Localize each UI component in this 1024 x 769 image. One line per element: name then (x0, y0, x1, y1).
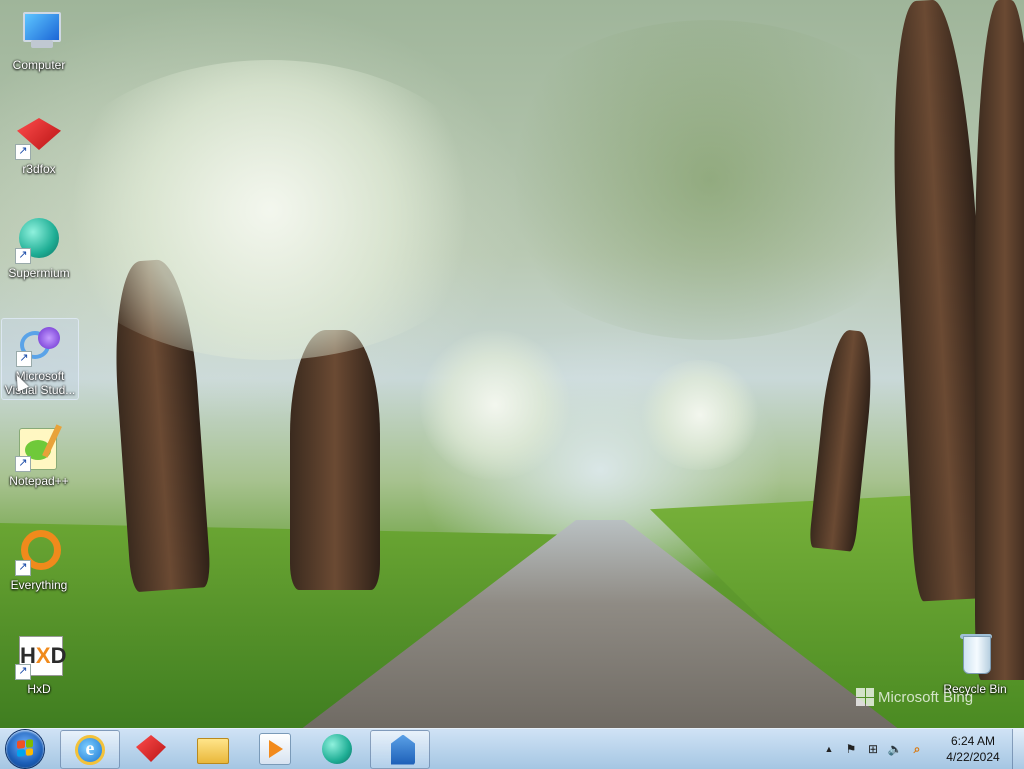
taskbar-button-media-player[interactable] (246, 730, 304, 767)
visual-studio-icon: ↗ (16, 319, 64, 367)
supermium-icon: ↗ (15, 216, 63, 264)
desktop-icon-label: Supermium (8, 266, 70, 280)
r3dfox-icon (136, 735, 166, 762)
taskbar: e ▲ ⚑ ⊞ 🔈 ⌕ 6:24 AM 4/22/2024 (0, 728, 1024, 769)
microsoft-logo-icon (856, 688, 874, 706)
shortcut-arrow-icon: ↗ (15, 664, 31, 680)
desktop-icon-computer[interactable]: Computer (1, 8, 77, 72)
desktop-icon-label: r3dfox (22, 162, 56, 176)
wallpaper-blossom (40, 60, 500, 360)
notepad-plus-plus-icon: ↗ (15, 424, 63, 472)
shortcut-arrow-icon: ↗ (15, 144, 31, 160)
desktop-icon-everything[interactable]: ↗ Everything (1, 528, 77, 592)
wallpaper-blossom (420, 330, 570, 480)
desktop-icon-label: HxD (27, 682, 51, 696)
installer-icon (391, 734, 415, 765)
taskbar-button-installer[interactable] (370, 730, 430, 769)
start-button[interactable] (6, 730, 44, 768)
file-explorer-icon (197, 737, 229, 764)
volume-icon[interactable]: 🔈 (887, 741, 903, 757)
search-icon[interactable]: ⌕ (909, 741, 925, 757)
taskbar-clock[interactable]: 6:24 AM 4/22/2024 (940, 733, 1006, 765)
desktop-icon-label: Everything (10, 578, 68, 592)
desktop-icon-visual-studio[interactable]: ↗ Microsoft Visual Stud... (1, 318, 79, 400)
shortcut-arrow-icon: ↗ (16, 351, 32, 367)
desktop-icon-recycle-bin[interactable]: Recycle Bin (937, 632, 1013, 696)
everything-search-icon: ↗ (15, 528, 63, 576)
show-desktop-button[interactable] (1012, 729, 1024, 769)
action-center-flag-icon[interactable]: ⚑ (843, 741, 859, 757)
taskbar-button-supermium[interactable] (308, 730, 366, 767)
desktop-wallpaper[interactable]: Computer ↗ r3dfox ↗ Supermium ↗ Microsof… (0, 0, 1024, 728)
wallpaper-tree (975, 0, 1024, 680)
taskbar-button-file-explorer[interactable] (184, 730, 242, 767)
system-tray: ▲ ⚑ ⊞ 🔈 ⌕ (818, 729, 928, 769)
wallpaper-blossom (640, 360, 760, 470)
desktop-icon-notepad-plus-plus[interactable]: ↗ Notepad++ (1, 424, 77, 488)
bing-watermark-text: Microsoft Bing (878, 688, 974, 706)
clock-date: 4/22/2024 (946, 750, 1000, 764)
clock-time: 6:24 AM (950, 734, 996, 748)
shortcut-arrow-icon: ↗ (15, 456, 31, 472)
taskbar-button-internet-explorer[interactable]: e (60, 730, 120, 769)
show-hidden-icons-chevron-icon[interactable]: ▲ (821, 741, 837, 757)
network-icon[interactable]: ⊞ (865, 741, 881, 757)
wallpaper-tree (290, 330, 380, 590)
windows-orb-icon (17, 739, 33, 757)
computer-icon (15, 8, 63, 56)
r3dfox-icon: ↗ (15, 112, 63, 160)
desktop-icon-label: Computer (12, 58, 66, 72)
wallpaper-canopy (480, 20, 940, 340)
hxd-icon: HXD ↗ (15, 632, 66, 680)
desktop-icon-label: Notepad++ (9, 474, 69, 488)
internet-explorer-icon: e (75, 734, 105, 765)
supermium-icon (322, 733, 352, 764)
bing-watermark: Microsoft Bing (856, 688, 973, 706)
media-player-icon (259, 732, 291, 765)
recycle-bin-icon (951, 632, 999, 680)
shortcut-arrow-icon: ↗ (15, 560, 31, 576)
shortcut-arrow-icon: ↗ (15, 248, 31, 264)
taskbar-button-r3dfox[interactable] (122, 730, 180, 767)
desktop-icon-hxd[interactable]: HXD ↗ HxD (1, 632, 77, 696)
desktop-icon-supermium[interactable]: ↗ Supermium (1, 216, 77, 280)
desktop-icon-r3dfox[interactable]: ↗ r3dfox (1, 112, 77, 176)
